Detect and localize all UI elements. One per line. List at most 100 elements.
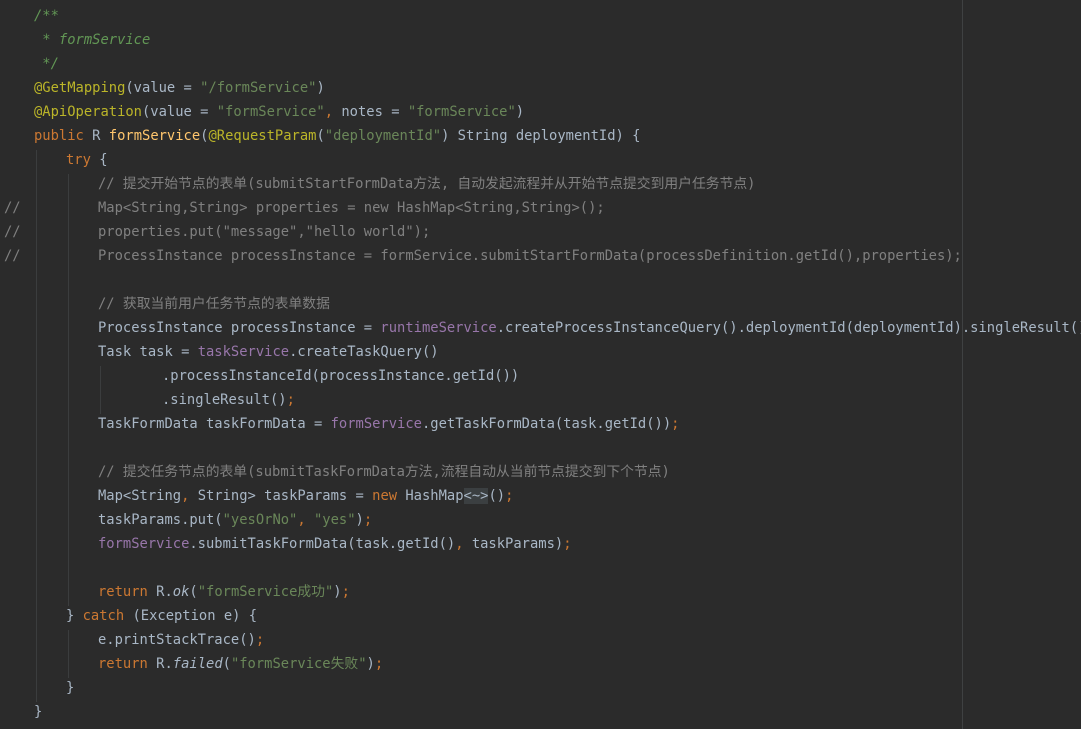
code-token-comment: * formService	[34, 32, 151, 48]
code-text: .processInstanceId(processInstance.getId…	[162, 364, 519, 388]
code-token-plain: String> taskParams =	[197, 488, 373, 504]
code-line[interactable]: TaskFormData taskFormData = formService.…	[0, 412, 1081, 436]
code-token-comment: /**	[34, 8, 59, 24]
code-line[interactable]: return R.failed("formService失败");	[0, 652, 1081, 676]
code-text: formService.submitTaskFormData(task.getI…	[98, 532, 572, 556]
code-token-keyword: ;	[563, 536, 572, 552]
code-token-field: formService	[98, 536, 190, 552]
code-line[interactable]: */	[0, 52, 1081, 76]
code-line[interactable]	[0, 436, 1081, 460]
code-token-plain: ProcessInstance processInstance =	[98, 320, 381, 336]
code-line[interactable]: /**	[0, 4, 1081, 28]
code-token-plain: }	[34, 704, 43, 720]
code-text: Map<String,String> properties = new Hash…	[98, 196, 605, 220]
code-token-plain: Task task =	[98, 344, 198, 360]
code-line[interactable]: Task task = taskService.createTaskQuery(…	[0, 340, 1081, 364]
code-line[interactable]: Map<String, String> taskParams = new Has…	[0, 484, 1081, 508]
code-token-plain: taskParams.put(	[98, 512, 223, 528]
code-text: return R.failed("formService失败");	[98, 652, 383, 676]
code-token-keyword: ;	[374, 656, 384, 672]
code-line[interactable]: }	[0, 676, 1081, 700]
code-token-plain: taskParams)	[471, 536, 564, 552]
code-line[interactable]: // properties.put("message","hello world"…	[0, 220, 1081, 244]
code-line[interactable]	[0, 268, 1081, 292]
code-token-plain: }	[66, 680, 75, 696]
code-token-string: "deploymentId"	[324, 128, 442, 144]
code-text: properties.put("message","hello world");	[98, 220, 430, 244]
code-text: Task task = taskService.createTaskQuery(…	[98, 340, 439, 364]
code-token-string: "yesOrNo"	[222, 512, 298, 528]
code-token-plain: (Exception e) {	[132, 608, 258, 624]
code-line[interactable]: return R.ok("formService成功");	[0, 580, 1081, 604]
code-token-plain: .submitTaskFormData(task.getId()	[189, 536, 456, 552]
code-token-keyword: ,	[455, 536, 472, 552]
code-text: /**	[34, 4, 59, 28]
code-token-plain: Map<String	[98, 488, 182, 504]
code-token-linecomment: Map<String,String> properties = new Hash…	[98, 200, 605, 216]
code-text: ProcessInstance processInstance = runtim…	[98, 316, 1081, 340]
code-token-plain: )	[366, 656, 375, 672]
code-text: taskParams.put("yesOrNo", "yes");	[98, 508, 372, 532]
code-line[interactable]: ProcessInstance processInstance = runtim…	[0, 316, 1081, 340]
code-token-plain: .createProcessInstanceQuery().deployment…	[496, 320, 1081, 336]
code-line[interactable]	[0, 556, 1081, 580]
code-token-keyword: ;	[341, 584, 350, 600]
code-token-keyword: try	[66, 152, 100, 168]
code-token-plain: HashMap	[405, 488, 464, 504]
code-text: Map<String, String> taskParams = new Has…	[98, 484, 513, 508]
code-text: public R formService(@RequestParam("depl…	[34, 124, 640, 148]
code-line[interactable]: try {	[0, 148, 1081, 172]
code-token-keyword: ,	[181, 488, 198, 504]
code-token-plain: notes =	[341, 104, 408, 120]
code-token-linecomment: // 提交开始节点的表单(submitStartFormData方法, 自动发起…	[98, 176, 756, 192]
code-line[interactable]: e.printStackTrace();	[0, 628, 1081, 652]
code-line[interactable]: @GetMapping(value = "/formService")	[0, 76, 1081, 100]
code-token-field: taskService	[197, 344, 290, 360]
code-token-plain: ) String deploymentId) {	[441, 128, 641, 144]
code-token-keyword: ,	[297, 512, 314, 528]
code-token-keyword: public	[34, 128, 93, 144]
code-line[interactable]: }	[0, 700, 1081, 724]
code-token-keyword: catch	[82, 608, 133, 624]
code-token-plain: TaskFormData taskFormData =	[98, 416, 331, 432]
code-token-plain: .getTaskFormData(task.getId())	[421, 416, 672, 432]
code-text: }	[34, 700, 42, 724]
code-line[interactable]: } catch (Exception e) {	[0, 604, 1081, 628]
code-token-plain: .processInstanceId(processInstance.getId…	[162, 368, 520, 384]
code-token-method: formService	[108, 128, 201, 144]
code-token-keyword: new	[372, 488, 406, 504]
code-token-comment: */	[34, 56, 59, 72]
commented-line-marker: //	[4, 200, 21, 216]
code-line[interactable]: // ProcessInstance processInstance = form…	[0, 244, 1081, 268]
code-token-static: failed	[172, 656, 223, 672]
code-text: @ApiOperation(value = "formService", not…	[34, 100, 524, 124]
code-token-string: "formService"	[407, 104, 516, 120]
code-text: return R.ok("formService成功");	[98, 580, 350, 604]
code-token-folded[interactable]: <~>	[463, 488, 489, 504]
code-token-plain: (	[222, 656, 231, 672]
code-editor[interactable]: /** * formService */ @GetMapping(value = …	[0, 0, 1081, 729]
code-token-annotation: @ApiOperation	[34, 104, 142, 120]
code-line[interactable]: * formService	[0, 28, 1081, 52]
code-token-linecomment: // 提交任务节点的表单(submitTaskFormData方法,流程自动从当…	[98, 464, 670, 480]
code-line[interactable]: .processInstanceId(processInstance.getId…	[0, 364, 1081, 388]
code-text: .singleResult();	[162, 388, 295, 412]
code-line[interactable]: // 获取当前用户任务节点的表单数据	[0, 292, 1081, 316]
code-line[interactable]: // Map<String,String> properties = new Ha…	[0, 196, 1081, 220]
code-token-plain: )	[515, 104, 525, 120]
code-line[interactable]: public R formService(@RequestParam("depl…	[0, 124, 1081, 148]
code-token-plain: )	[333, 584, 342, 600]
code-token-plain: (	[316, 128, 325, 144]
code-line[interactable]: @ApiOperation(value = "formService", not…	[0, 100, 1081, 124]
code-token-plain: (value =	[141, 104, 217, 120]
code-token-linecomment: properties.put("message","hello world");	[98, 224, 431, 240]
code-text: // 提交开始节点的表单(submitStartFormData方法, 自动发起…	[98, 172, 755, 196]
code-token-plain: }	[66, 608, 83, 624]
code-line[interactable]: .singleResult();	[0, 388, 1081, 412]
code-line[interactable]: taskParams.put("yesOrNo", "yes");	[0, 508, 1081, 532]
code-line[interactable]: // 提交开始节点的表单(submitStartFormData方法, 自动发起…	[0, 172, 1081, 196]
code-text: // 提交任务节点的表单(submitTaskFormData方法,流程自动从当…	[98, 460, 670, 484]
code-line[interactable]: formService.submitTaskFormData(task.getI…	[0, 532, 1081, 556]
code-line[interactable]: // 提交任务节点的表单(submitTaskFormData方法,流程自动从当…	[0, 460, 1081, 484]
code-text: TaskFormData taskFormData = formService.…	[98, 412, 679, 436]
